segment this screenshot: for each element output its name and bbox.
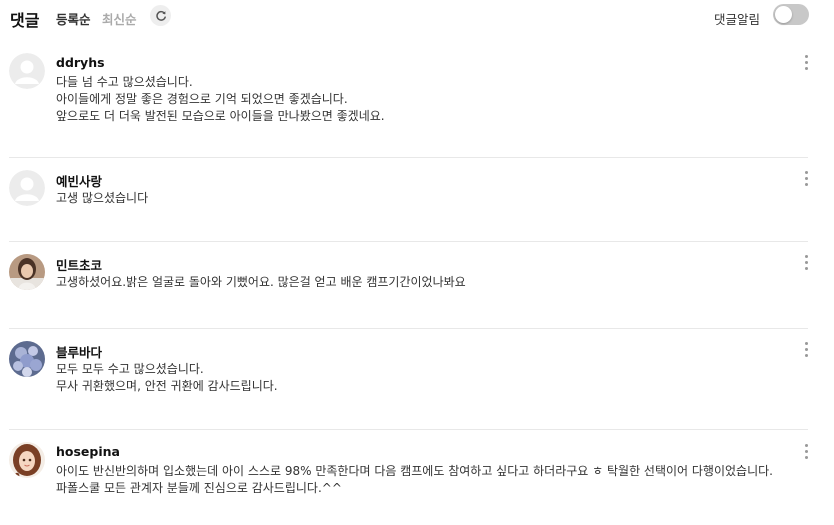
default-avatar[interactable] [9, 170, 45, 206]
comment-author[interactable]: hosepina [56, 444, 120, 459]
comment-author[interactable]: 민트초코 [56, 255, 102, 274]
comment-author[interactable]: ddryhs [56, 55, 105, 70]
sort-latest-button[interactable]: 최신순 [102, 9, 137, 28]
divider [9, 157, 808, 158]
comment-author[interactable]: 예빈사랑 [56, 171, 102, 190]
sort-registered-button[interactable]: 등록순 [56, 9, 91, 28]
refresh-button[interactable] [150, 5, 171, 26]
comment-author[interactable]: 블루바다 [56, 342, 102, 361]
flower-avatar[interactable] [9, 341, 45, 377]
comment-line: 고생 많으셨습니다 [56, 191, 149, 205]
refresh-icon [155, 10, 166, 21]
comment-text: 다들 넘 수고 많으셨습니다. 아이들에게 정말 좋은 경험으로 기억 되었으면… [56, 74, 791, 125]
comment-alarm-toggle[interactable] [773, 4, 809, 25]
comment-text: 아이도 반신반의하며 입소했는데 아이 스스로 98% 만족한다며 다음 캠프에… [56, 463, 786, 497]
comment-line: 무사 귀환했으며, 안전 귀환에 감사드립니다. [56, 379, 278, 393]
comment-line: 앞으로도 더 더욱 발전된 모습으로 아이들을 만나봤으면 좋겠네요. [56, 109, 385, 123]
divider [9, 241, 808, 242]
comments-title: 댓글 [10, 11, 40, 30]
cartoon-avatar[interactable] [9, 442, 45, 478]
comment-line: 고생하셨어요.밝은 얼굴로 돌아와 기뻤어요. 많은걸 얻고 배운 캠프기간이었… [56, 275, 466, 289]
more-options-icon[interactable] [800, 341, 814, 359]
comment-text: 고생하셨어요.밝은 얼굴로 돌아와 기뻤어요. 많은걸 얻고 배운 캠프기간이었… [56, 274, 791, 291]
comment-line: 모두 모두 수고 많으셨습니다. [56, 362, 204, 376]
comment-line: 아이들에게 정말 좋은 경험으로 기억 되었으면 좋겠습니다. [56, 92, 348, 106]
toggle-knob [775, 6, 792, 23]
more-options-icon[interactable] [800, 54, 814, 72]
comment-text: 고생 많으셨습니다 [56, 190, 791, 207]
more-options-icon[interactable] [800, 170, 814, 188]
comment-line: 다들 넘 수고 많으셨습니다. [56, 75, 193, 89]
photo-avatar[interactable] [9, 254, 45, 290]
more-options-icon[interactable] [800, 254, 814, 272]
comment-alarm-label: 댓글알림 [714, 12, 761, 27]
divider [9, 328, 808, 329]
more-options-icon[interactable] [800, 443, 814, 461]
comment-line: 아이도 반신반의하며 입소했는데 아이 스스로 98% 만족한다며 다음 캠프에… [56, 464, 773, 495]
divider [9, 429, 808, 430]
comment-text: 모두 모두 수고 많으셨습니다. 무사 귀환했으며, 안전 귀환에 감사드립니다… [56, 361, 791, 395]
default-avatar[interactable] [9, 53, 45, 89]
comments-header: 댓글 등록순 최신순 댓글알림 [0, 0, 834, 34]
